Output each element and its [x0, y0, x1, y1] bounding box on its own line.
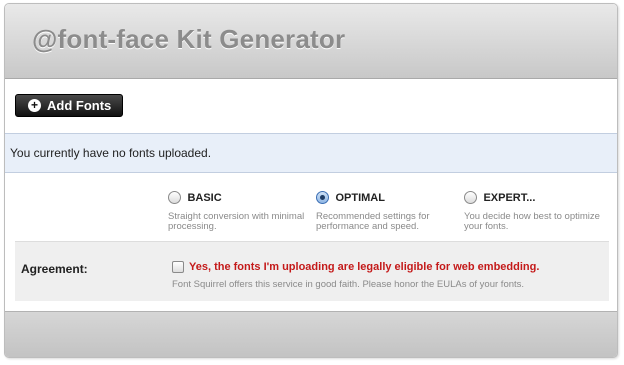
- option-expert-description: You decide how best to optimize your fon…: [464, 211, 600, 232]
- agreement-label: Agreement:: [21, 262, 88, 276]
- agreement-section: Agreement: Yes, the fonts I'm uploading …: [15, 241, 609, 301]
- upload-status-text: You currently have no fonts uploaded.: [10, 146, 212, 160]
- agreement-checkbox-text[interactable]: Yes, the fonts I'm uploading are legally…: [189, 261, 539, 273]
- kit-generator-panel: @font-face Kit Generator + Add Fonts You…: [4, 3, 618, 358]
- option-expert[interactable]: EXPERT... You decide how best to optimiz…: [464, 189, 604, 232]
- option-basic[interactable]: BASIC Straight conversion with minimal p…: [168, 189, 308, 232]
- radio-basic[interactable]: [168, 191, 181, 205]
- option-optimal-description: Recommended settings for performance and…: [316, 211, 430, 232]
- page-title: @font-face Kit Generator: [32, 24, 346, 54]
- agreement-note: Font Squirrel offers this service in goo…: [172, 279, 525, 290]
- option-optimal-label: OPTIMAL: [335, 191, 385, 204]
- option-expert-label: EXPERT...: [483, 191, 536, 204]
- radio-expert[interactable]: [464, 191, 477, 205]
- upload-status-notice: You currently have no fonts uploaded.: [5, 133, 617, 173]
- add-fonts-button[interactable]: + Add Fonts: [15, 94, 123, 117]
- add-fonts-label: Add Fonts: [47, 98, 112, 113]
- option-optimal[interactable]: OPTIMAL Recommended settings for perform…: [316, 189, 456, 232]
- plus-circle-icon: +: [28, 99, 41, 112]
- agreement-checkbox[interactable]: [172, 261, 184, 273]
- footer-bar: [5, 311, 617, 357]
- option-basic-label: BASIC: [187, 191, 222, 204]
- header-bar: @font-face Kit Generator: [5, 4, 617, 79]
- radio-optimal[interactable]: [316, 191, 329, 205]
- option-basic-description: Straight conversion with minimal process…: [168, 211, 305, 232]
